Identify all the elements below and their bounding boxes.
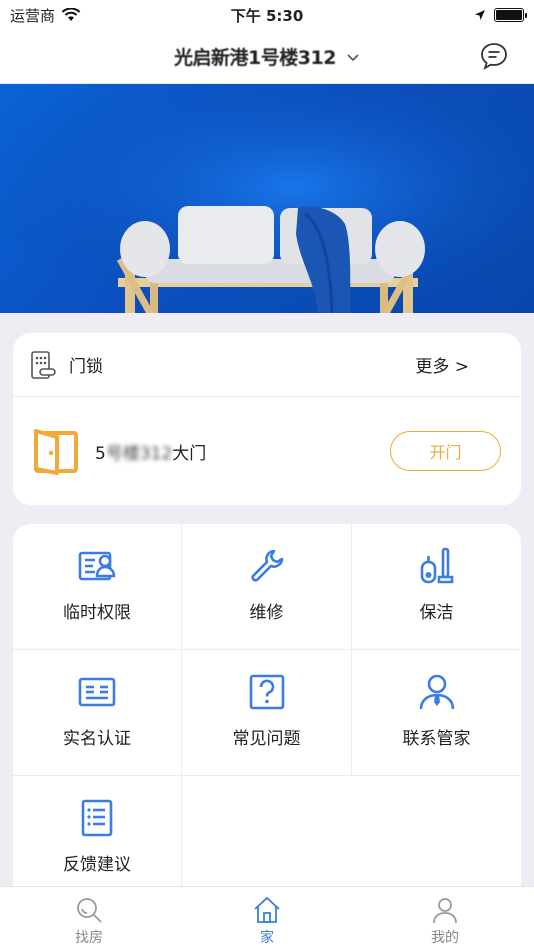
door-lock-title: 门锁 <box>69 357 103 377</box>
feedback-icon <box>81 799 113 837</box>
door-icon <box>34 429 78 475</box>
service-repair[interactable]: 维修 <box>182 524 352 650</box>
tab-label: 我的 <box>431 930 459 946</box>
door-name: 5号楼312大门 <box>95 443 207 464</box>
nav-bar: 光启新港1号楼312 <box>0 30 534 84</box>
service-label: 常见问题 <box>232 729 301 749</box>
service-label: 临时权限 <box>63 603 131 623</box>
service-label: 反馈建议 <box>63 855 131 875</box>
door-lock-header: 门锁 更多 > <box>13 333 521 397</box>
battery-icon <box>494 8 527 22</box>
user-icon <box>433 898 457 924</box>
tab-bar: 找房 家 我的 <box>0 886 534 950</box>
tab-label: 找房 <box>75 930 103 946</box>
service-feedback[interactable]: 反馈建议 <box>13 776 182 904</box>
community-title[interactable]: 光启新港1号楼312 <box>174 43 336 70</box>
tab-home[interactable]: 家 <box>178 887 356 950</box>
more-link[interactable]: 更多 > <box>415 352 469 377</box>
status-bar: 运营商 下午 5:30 <box>0 0 534 30</box>
tab-find-house[interactable]: 找房 <box>0 887 178 950</box>
tab-mine[interactable]: 我的 <box>356 887 534 950</box>
door-lock-icon <box>31 350 56 379</box>
id-card-icon <box>78 677 116 707</box>
chevron-down-icon[interactable] <box>346 50 360 64</box>
question-icon <box>249 674 284 710</box>
service-label: 联系管家 <box>402 729 471 749</box>
service-label: 维修 <box>249 603 284 623</box>
carrier-label: 运营商 <box>10 6 56 25</box>
service-real-name-auth[interactable]: 实名认证 <box>13 650 182 776</box>
temporary-permission-icon <box>78 551 116 581</box>
home-icon <box>254 896 280 923</box>
wrench-icon <box>250 549 283 582</box>
door-lock-card: 门锁 更多 > 5号楼312大门 开门 <box>13 333 521 505</box>
cleaning-icon <box>420 547 453 584</box>
banner-image <box>0 84 534 313</box>
butler-icon <box>419 674 454 710</box>
services-grid: 临时权限 维修 保洁 实名认证 常见问题 联系管家 反馈建议 <box>13 524 521 904</box>
search-icon <box>77 898 102 923</box>
service-faq[interactable]: 常见问题 <box>182 650 352 776</box>
open-door-button[interactable]: 开门 <box>390 431 501 471</box>
service-temporary-permission[interactable]: 临时权限 <box>13 524 182 650</box>
empty-cell <box>352 776 521 904</box>
message-icon <box>481 43 507 70</box>
location-arrow-icon <box>475 10 485 20</box>
message-button[interactable] <box>478 40 510 72</box>
tab-label: 家 <box>260 930 274 946</box>
service-cleaning[interactable]: 保洁 <box>352 524 521 650</box>
wifi-icon <box>61 8 81 21</box>
service-contact-butler[interactable]: 联系管家 <box>352 650 521 776</box>
empty-cell <box>182 776 352 904</box>
service-label: 实名认证 <box>63 729 131 749</box>
door-row: 5号楼312大门 开门 <box>13 397 521 505</box>
service-label: 保洁 <box>419 603 454 623</box>
